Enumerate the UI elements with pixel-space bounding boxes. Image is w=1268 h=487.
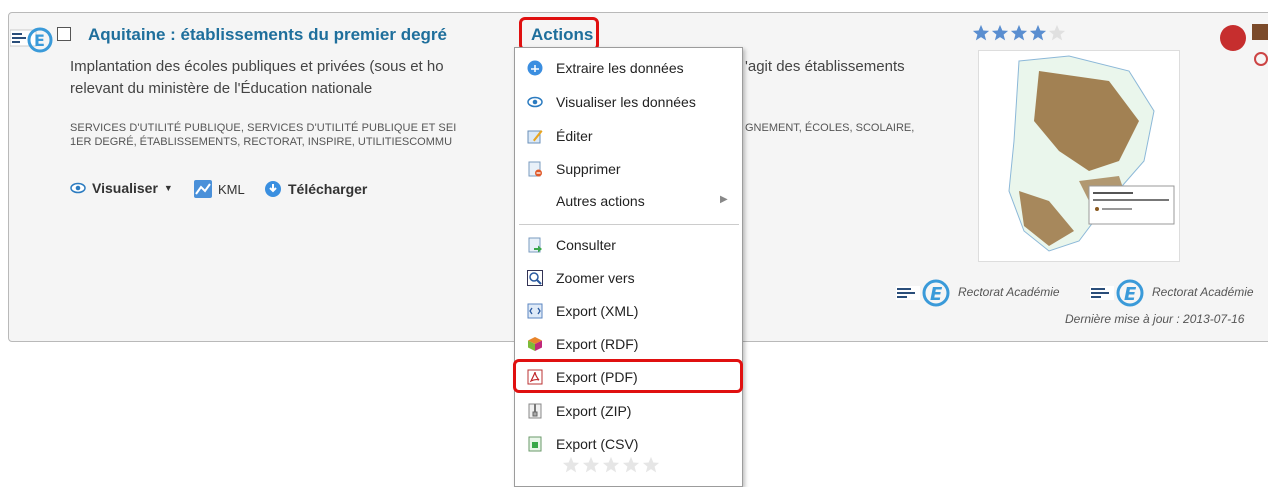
menu-item-zoomer[interactable]: Zoomer vers xyxy=(515,262,742,294)
academy-logo-small: E xyxy=(1090,279,1144,307)
last-update-text: Dernière mise à jour : 2013-07-16 xyxy=(1065,312,1245,326)
star-empty-icon xyxy=(642,456,660,473)
csv-icon xyxy=(528,436,542,452)
star-empty-icon xyxy=(1048,24,1066,41)
star-empty-icon xyxy=(582,456,600,473)
record-description-line2: relevant du ministère de l'Éducation nat… xyxy=(70,80,373,97)
consult-icon xyxy=(528,237,542,253)
star-empty-icon xyxy=(602,456,620,473)
menu-item-visualiser[interactable]: Visualiser les données xyxy=(515,86,742,118)
record-description-line1-tail: 'agit des établissements xyxy=(745,58,905,75)
menu-rating-placeholder xyxy=(562,456,660,474)
record-rating xyxy=(972,24,1066,42)
record-select-checkbox[interactable] xyxy=(57,27,71,41)
export-pdf-highlight xyxy=(513,359,743,393)
menu-item-label: Supprimer xyxy=(556,161,621,177)
zip-icon xyxy=(528,403,542,419)
download-icon xyxy=(265,181,281,197)
telecharger-label: Télécharger xyxy=(288,181,368,197)
delete-icon xyxy=(528,161,542,177)
feed-icon[interactable] xyxy=(1254,52,1268,66)
menu-item-label: Consulter xyxy=(556,237,616,253)
record-description-line1: Implantation des écoles publiques et pri… xyxy=(70,58,444,75)
menu-item-label: Export (ZIP) xyxy=(556,403,632,419)
menu-item-editer[interactable]: Éditer xyxy=(515,120,742,152)
menu-item-export-rdf[interactable]: Export (RDF) xyxy=(515,328,742,360)
eye-icon xyxy=(527,96,543,108)
star-empty-icon xyxy=(562,456,580,473)
telecharger-button[interactable]: Télécharger xyxy=(264,180,367,198)
rdf-icon xyxy=(528,337,542,351)
organization-rectorat-2[interactable]: E Rectorat Académie xyxy=(1090,276,1254,308)
menu-item-label: Export (CSV) xyxy=(556,436,639,452)
extract-icon xyxy=(527,60,543,76)
actions-dropdown-menu: Extraire les données Visualiser les donn… xyxy=(514,47,743,487)
menu-separator xyxy=(519,224,739,225)
menu-item-label: Éditer xyxy=(556,128,593,144)
menu-item-label: Visualiser les données xyxy=(556,94,696,110)
menu-item-supprimer[interactable]: Supprimer xyxy=(515,153,742,185)
svg-text:E: E xyxy=(930,284,943,305)
menu-item-consulter[interactable]: Consulter xyxy=(515,229,742,261)
menu-item-autres-actions[interactable]: Autres actions ▶ xyxy=(515,185,742,217)
status-indicator xyxy=(1220,25,1246,51)
visualiser-dropdown-button[interactable]: Visualiser ▼ xyxy=(70,180,173,196)
academy-logo-small: E xyxy=(896,279,950,307)
organization-rectorat-1[interactable]: E Rectorat Académie xyxy=(896,276,1060,308)
star-filled-icon xyxy=(1010,24,1028,41)
menu-item-label: Export (RDF) xyxy=(556,336,639,352)
user-thumbnail xyxy=(1252,24,1268,40)
record-title[interactable]: Aquitaine : établissements du premier de… xyxy=(88,25,447,45)
submenu-arrow-icon: ▶ xyxy=(720,194,728,205)
visualiser-label: Visualiser xyxy=(92,180,158,196)
star-filled-icon xyxy=(991,24,1009,41)
kml-icon xyxy=(194,180,212,198)
menu-item-label: Autres actions xyxy=(556,193,645,209)
kml-label: KML xyxy=(218,181,245,197)
star-filled-icon xyxy=(1029,24,1047,41)
menu-item-export-xml[interactable]: Export (XML) xyxy=(515,295,742,327)
map-thumbnail[interactable] xyxy=(978,50,1180,262)
xml-icon xyxy=(527,303,543,319)
svg-text:E: E xyxy=(1124,284,1137,305)
menu-item-label: Extraire les données xyxy=(556,60,684,76)
organization-name: Rectorat Académie xyxy=(958,285,1060,299)
zoom-icon xyxy=(527,270,543,286)
svg-text:E: E xyxy=(34,31,45,50)
menu-item-export-zip[interactable]: Export (ZIP) xyxy=(515,395,742,427)
academy-logo: E xyxy=(9,24,54,63)
kml-button[interactable]: KML xyxy=(194,180,245,198)
menu-item-extraire[interactable]: Extraire les données xyxy=(515,52,742,84)
record-keywords-line2: 1ER DEGRÉ, ÉTABLISSEMENTS, RECTORAT, INS… xyxy=(70,136,453,148)
record-keywords-line1: SERVICES D'UTILITÉ PUBLIQUE, SERVICES D'… xyxy=(70,122,457,134)
edit-icon xyxy=(527,130,543,144)
menu-item-label: Export (XML) xyxy=(556,303,639,319)
actions-menu-button[interactable] xyxy=(519,17,599,51)
record-keywords-line1-tail: GNEMENT, ÉCOLES, SCOLAIRE, xyxy=(745,122,915,134)
star-empty-icon xyxy=(622,456,640,473)
organization-name: Rectorat Académie xyxy=(1152,285,1254,299)
eye-icon xyxy=(70,182,86,194)
chevron-down-icon: ▼ xyxy=(163,183,173,193)
star-filled-icon xyxy=(972,24,990,41)
menu-item-label: Zoomer vers xyxy=(556,270,635,286)
